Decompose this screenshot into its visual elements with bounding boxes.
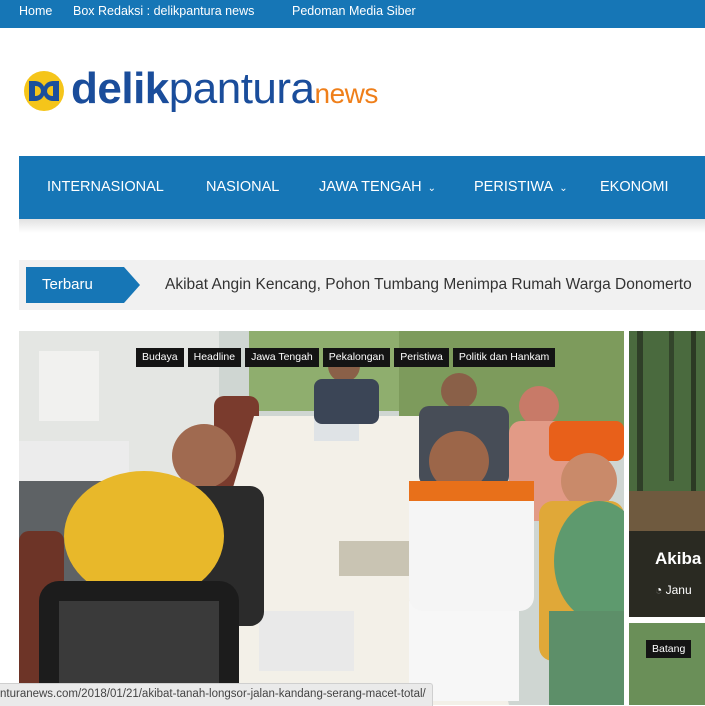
status-bar-url: nturanews.com/2018/01/21/akibat-tanah-lo…: [0, 683, 433, 706]
ticker-arrow-icon: [124, 267, 140, 303]
nav-nasional[interactable]: NASIONAL: [206, 156, 279, 219]
hero-photo: [19, 331, 624, 705]
site-logo[interactable]: delikpanturanews: [24, 63, 378, 116]
hero-article-image[interactable]: Budaya Headline Jawa Tengah Pekalongan P…: [19, 331, 624, 705]
side-article-date: ◔ Janu: [655, 583, 692, 597]
logo-mark-icon: [24, 71, 64, 111]
top-bar: Home Box Redaksi : delikpantura news Ped…: [0, 0, 705, 28]
ticker-label: Terbaru: [26, 267, 124, 303]
side-article-card-2[interactable]: Batang: [629, 623, 705, 705]
nav-jawa-tengah[interactable]: JAWA TENGAH ⌄: [319, 156, 436, 219]
nav-peristiwa[interactable]: PERISTIWA ⌄: [474, 156, 568, 219]
news-ticker: Terbaru Akibat Angin Kencang, Pohon Tumb…: [19, 260, 705, 310]
tag-headline[interactable]: Headline: [187, 348, 242, 367]
side-article-title[interactable]: Akiba: [655, 549, 701, 569]
tag-jawa-tengah[interactable]: Jawa Tengah: [245, 348, 319, 367]
side-article-card[interactable]: Akiba ◔ Janu: [629, 331, 705, 617]
chevron-down-icon: ⌄: [559, 183, 568, 194]
top-link-home[interactable]: Home: [19, 0, 52, 28]
side-article-photo: [629, 331, 705, 617]
tag-batang[interactable]: Batang: [646, 640, 692, 658]
chevron-down-icon: ⌄: [427, 183, 436, 194]
nav-ekonomi[interactable]: EKONOMI: [600, 156, 668, 219]
top-link-box-redaksi[interactable]: Box Redaksi : delikpantura news: [73, 0, 254, 28]
tag-budaya[interactable]: Budaya: [136, 348, 184, 367]
nav-shadow: [19, 219, 705, 233]
nav-internasional[interactable]: INTERNASIONAL: [47, 156, 164, 219]
hero-category-tags: Budaya Headline Jawa Tengah Pekalongan P…: [136, 348, 556, 367]
tag-pekalongan[interactable]: Pekalongan: [322, 348, 391, 367]
tag-peristiwa[interactable]: Peristiwa: [394, 348, 449, 367]
ticker-headline[interactable]: Akibat Angin Kencang, Pohon Tumbang Meni…: [165, 260, 692, 310]
top-link-pedoman[interactable]: Pedoman Media Siber: [292, 0, 416, 28]
clock-icon: ◔: [655, 583, 663, 597]
logo-wordmark: delikpanturanews: [71, 63, 378, 113]
main-nav: INTERNASIONAL NASIONAL JAWA TENGAH ⌄ PERI…: [19, 156, 705, 219]
tag-politik-hankam[interactable]: Politik dan Hankam: [452, 348, 556, 367]
